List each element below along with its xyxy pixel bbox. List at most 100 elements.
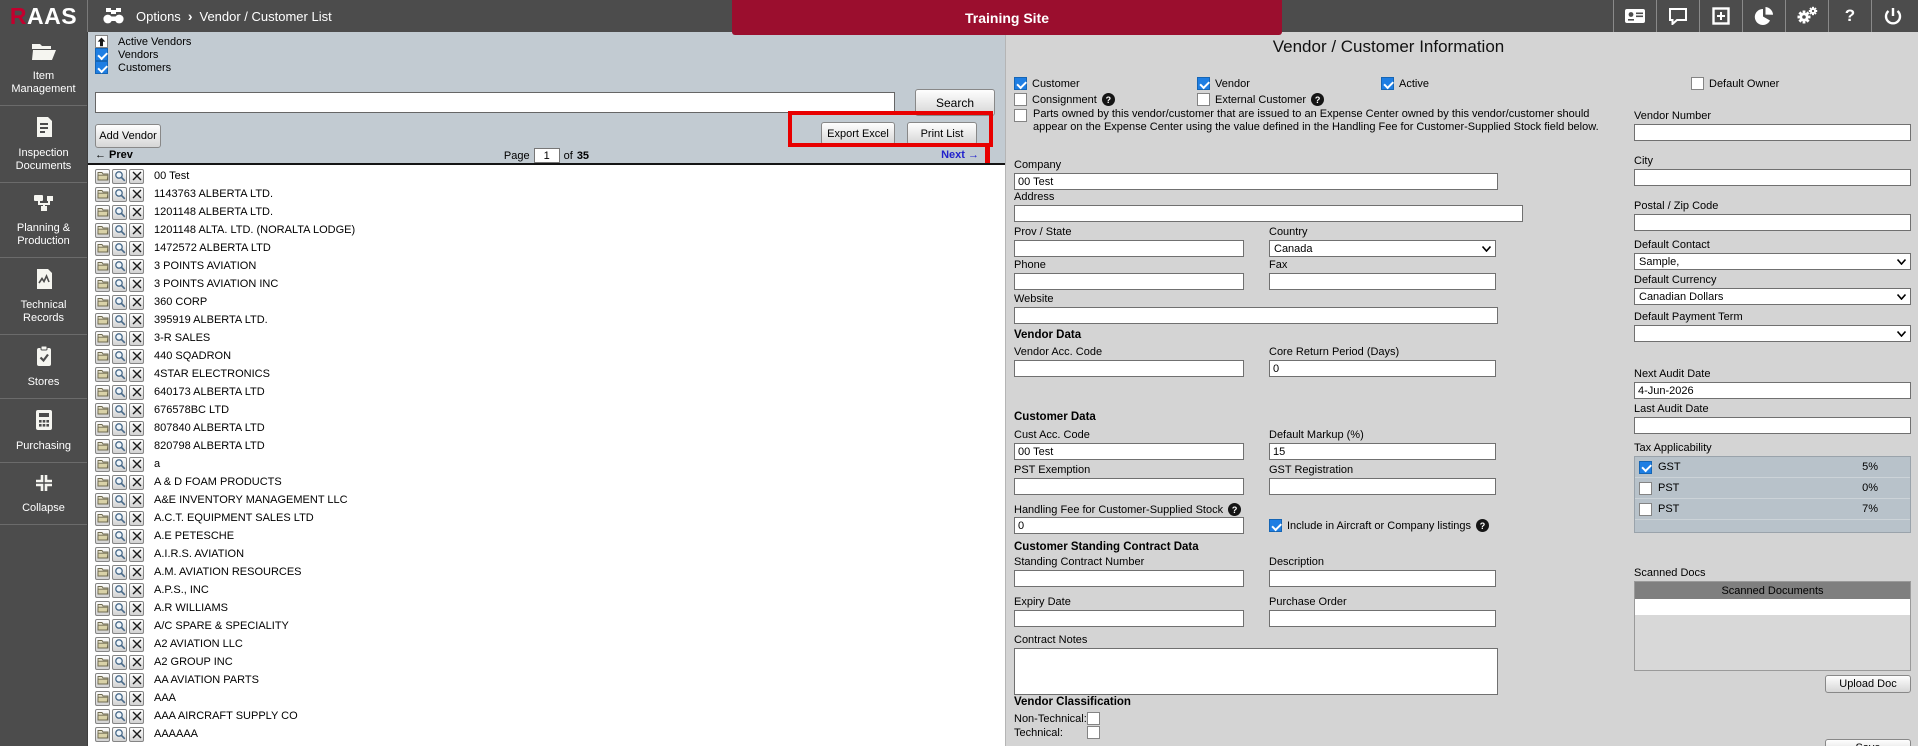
magnifier-icon[interactable] (112, 709, 127, 724)
default-owner-checkbox[interactable] (1691, 77, 1704, 90)
magnifier-icon[interactable] (112, 727, 127, 742)
save-button[interactable]: Save (1825, 739, 1911, 746)
active-vendors-toggle[interactable] (95, 35, 108, 48)
power-icon[interactable] (1871, 0, 1914, 32)
vendors-checkbox[interactable] (95, 48, 108, 61)
scanned-documents-row[interactable] (1635, 599, 1910, 615)
delete-icon[interactable] (129, 439, 144, 454)
delete-icon[interactable] (129, 655, 144, 670)
export-excel-button[interactable]: Export Excel (821, 122, 895, 145)
delete-icon[interactable] (129, 367, 144, 382)
add-vendor-button[interactable]: Add Vendor (95, 124, 161, 148)
delete-icon[interactable] (129, 565, 144, 580)
delete-icon[interactable] (129, 169, 144, 184)
magnifier-icon[interactable] (112, 259, 127, 274)
fax-input[interactable] (1269, 273, 1496, 290)
help-icon[interactable]: ? (1311, 93, 1324, 106)
delete-icon[interactable] (129, 547, 144, 562)
vendor-acc-code-input[interactable] (1014, 360, 1244, 377)
standing-contract-number-input[interactable] (1014, 570, 1244, 587)
delete-icon[interactable] (129, 259, 144, 274)
default-contact-select[interactable]: Sample, (1634, 253, 1911, 270)
magnifier-icon[interactable] (112, 241, 127, 256)
open-folder-icon[interactable] (95, 313, 110, 328)
magnifier-icon[interactable] (112, 529, 127, 544)
open-folder-icon[interactable] (95, 367, 110, 382)
delete-icon[interactable] (129, 475, 144, 490)
magnifier-icon[interactable] (112, 313, 127, 328)
magnifier-icon[interactable] (112, 493, 127, 508)
magnifier-icon[interactable] (112, 691, 127, 706)
new-window-icon[interactable] (1699, 0, 1742, 32)
delete-icon[interactable] (129, 529, 144, 544)
magnifier-icon[interactable] (112, 295, 127, 310)
open-folder-icon[interactable] (95, 655, 110, 670)
delete-icon[interactable] (129, 223, 144, 238)
cust-acc-code-input[interactable] (1014, 443, 1244, 460)
last-audit-date-input[interactable] (1634, 417, 1911, 434)
magnifier-icon[interactable] (112, 637, 127, 652)
open-folder-icon[interactable] (95, 637, 110, 652)
delete-icon[interactable] (129, 709, 144, 724)
open-folder-icon[interactable] (95, 277, 110, 292)
sidebar-item-purchasing[interactable]: Purchasing (0, 399, 87, 463)
open-folder-icon[interactable] (95, 475, 110, 490)
delete-icon[interactable] (129, 187, 144, 202)
magnifier-icon[interactable] (112, 619, 127, 634)
help-icon[interactable]: ? (1102, 93, 1115, 106)
open-folder-icon[interactable] (95, 403, 110, 418)
magnifier-icon[interactable] (112, 673, 127, 688)
magnifier-icon[interactable] (112, 601, 127, 616)
country-select[interactable]: Canada (1269, 240, 1496, 257)
default-markup-input[interactable] (1269, 443, 1496, 460)
delete-icon[interactable] (129, 349, 144, 364)
delete-icon[interactable] (129, 295, 144, 310)
magnifier-icon[interactable] (112, 385, 127, 400)
print-list-button[interactable]: Print List (907, 122, 977, 145)
magnifier-icon[interactable] (112, 205, 127, 220)
open-folder-icon[interactable] (95, 421, 110, 436)
open-folder-icon[interactable] (95, 691, 110, 706)
magnifier-icon[interactable] (112, 223, 127, 238)
magnifier-icon[interactable] (112, 187, 127, 202)
sidebar-item-inspection-documents[interactable]: Inspection Documents (0, 106, 87, 183)
sidebar-item-item-management[interactable]: Item Management (0, 32, 87, 106)
delete-icon[interactable] (129, 619, 144, 634)
open-folder-icon[interactable] (95, 223, 110, 238)
external-customer-checkbox[interactable] (1197, 93, 1210, 106)
magnifier-icon[interactable] (112, 565, 127, 580)
magnifier-icon[interactable] (112, 277, 127, 292)
delete-icon[interactable] (129, 637, 144, 652)
sidebar-item-stores[interactable]: Stores (0, 335, 87, 399)
tax-pst-checkbox[interactable] (1639, 482, 1652, 495)
open-folder-icon[interactable] (95, 385, 110, 400)
magnifier-icon[interactable] (112, 457, 127, 472)
vendor-number-input[interactable] (1634, 124, 1911, 141)
delete-icon[interactable] (129, 403, 144, 418)
delete-icon[interactable] (129, 727, 144, 742)
magnifier-icon[interactable] (112, 547, 127, 562)
customer-checkbox[interactable] (1014, 77, 1027, 90)
customers-checkbox[interactable] (95, 61, 108, 74)
open-folder-icon[interactable] (95, 601, 110, 616)
open-folder-icon[interactable] (95, 529, 110, 544)
delete-icon[interactable] (129, 511, 144, 526)
active-checkbox[interactable] (1381, 77, 1394, 90)
open-folder-icon[interactable] (95, 619, 110, 634)
pst-exemption-input[interactable] (1014, 478, 1244, 495)
open-folder-icon[interactable] (95, 673, 110, 688)
tax-pst-checkbox[interactable] (1639, 503, 1652, 516)
magnifier-icon[interactable] (112, 367, 127, 382)
open-folder-icon[interactable] (95, 457, 110, 472)
open-folder-icon[interactable] (95, 331, 110, 346)
postal-zip-input[interactable] (1634, 214, 1911, 231)
page-number-input[interactable] (534, 148, 560, 163)
sidebar-item-collapse[interactable]: Collapse (0, 463, 87, 525)
breadcrumb-section[interactable]: Options (136, 9, 181, 24)
technical-checkbox[interactable] (1087, 726, 1100, 739)
id-card-icon[interactable] (1613, 0, 1656, 32)
delete-icon[interactable] (129, 421, 144, 436)
default-payment-term-select[interactable] (1634, 325, 1911, 342)
consignment-checkbox[interactable] (1014, 93, 1027, 106)
help-icon[interactable]: ? (1476, 519, 1489, 532)
